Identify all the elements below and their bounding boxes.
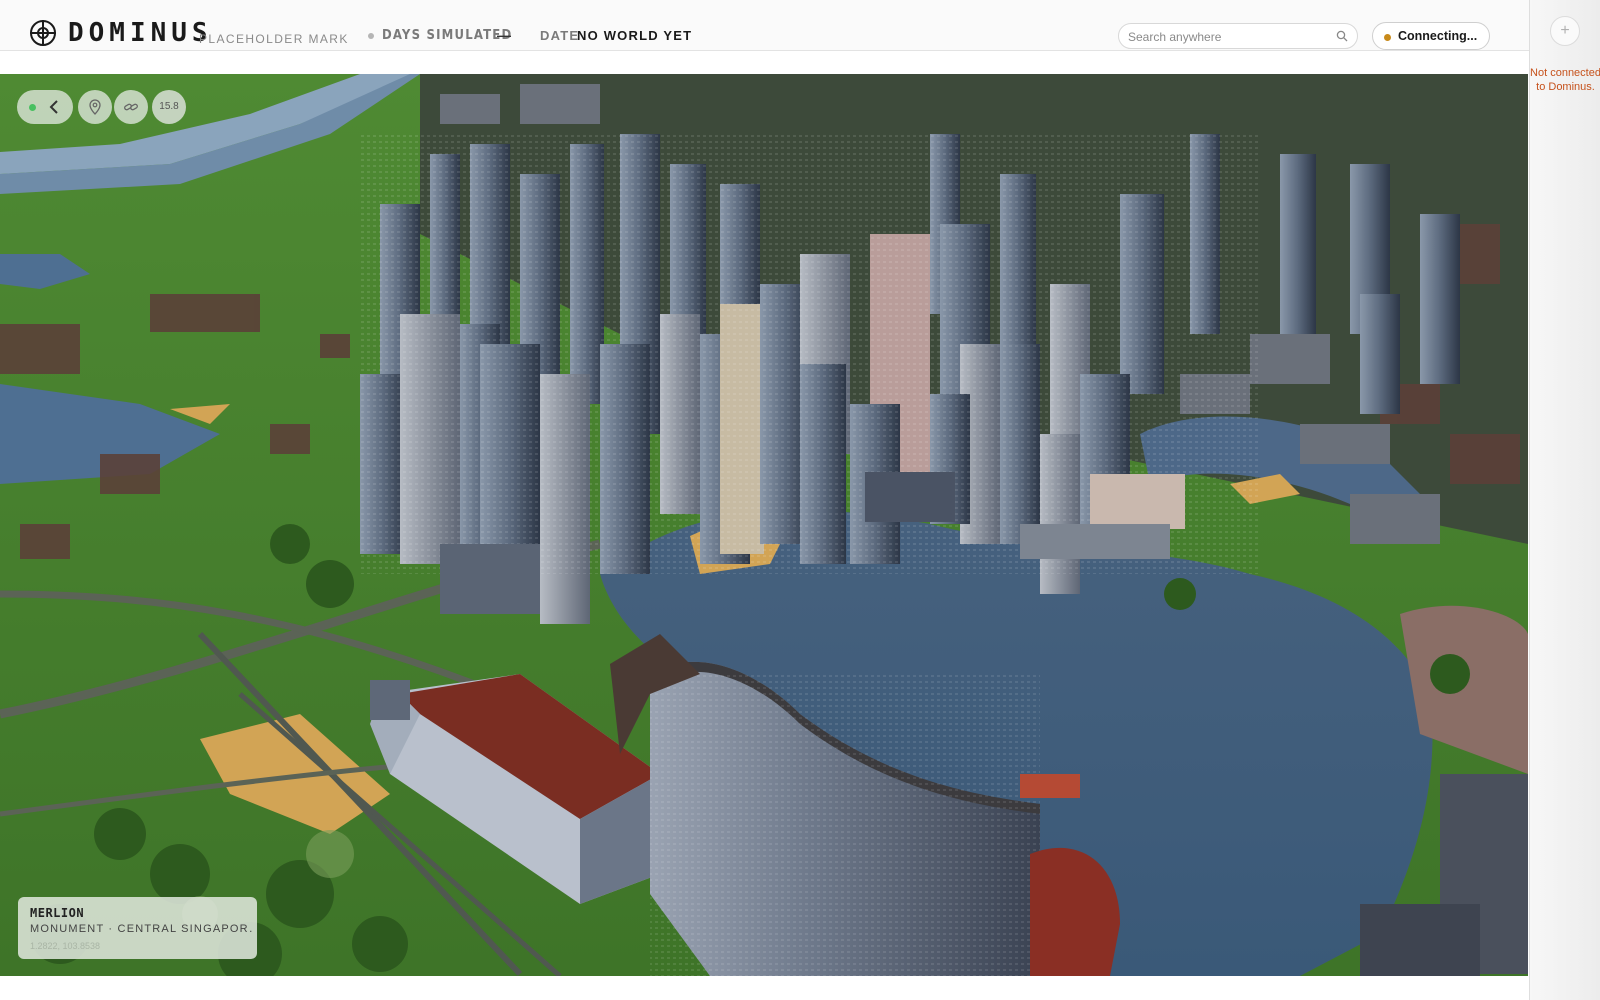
connection-error-message: Not connected to Dominus. <box>1530 67 1600 93</box>
link-button[interactable] <box>114 90 148 124</box>
link-icon <box>124 103 138 111</box>
place-name: MERLION <box>30 906 85 920</box>
location-pin-button[interactable] <box>78 90 112 124</box>
search-icon[interactable] <box>1336 30 1348 42</box>
brand-subtitle: PLACEHOLDER MARK <box>199 32 349 46</box>
right-sidebar: + Not connected to Dominus. <box>1529 0 1600 1000</box>
map-back-control[interactable] <box>17 90 73 124</box>
chevron-left-icon[interactable] <box>44 97 64 117</box>
zoom-level: 15.8 <box>152 90 186 124</box>
top-bar: DOMINUS PLACEHOLDER MARK DAYS SIMULATED … <box>0 0 1529 51</box>
live-indicator-dot <box>29 104 36 111</box>
target-logo-icon <box>30 20 56 46</box>
map-viewport[interactable]: 15.8 MERLION MONUMENT · CENTRAL SINGAPOR… <box>0 74 1528 976</box>
brand-title: DOMINUS <box>68 18 213 48</box>
connection-status-label: Connecting... <box>1398 29 1478 43</box>
place-info-card[interactable]: MERLION MONUMENT · CENTRAL SINGAPOR… 1.2… <box>18 897 257 959</box>
search-box[interactable] <box>1118 23 1358 49</box>
date-value: NO WORLD YET <box>577 28 693 43</box>
place-type: MONUMENT · CENTRAL SINGAPOR… <box>30 923 252 935</box>
map-pin-icon <box>89 99 101 115</box>
date-label: DATE <box>540 28 580 43</box>
search-input[interactable] <box>1128 28 1328 45</box>
city-3d-scene[interactable] <box>0 74 1528 976</box>
place-coordinates: 1.2822, 103.8538 <box>30 941 101 951</box>
sim-status-dot <box>368 33 374 39</box>
connection-status-dot <box>1384 34 1391 41</box>
days-simulated-value: — <box>497 27 511 43</box>
add-button[interactable]: + <box>1550 16 1580 46</box>
days-simulated-label: DAYS SIMULATED <box>382 28 513 43</box>
connection-status-button[interactable]: Connecting... <box>1372 22 1490 50</box>
